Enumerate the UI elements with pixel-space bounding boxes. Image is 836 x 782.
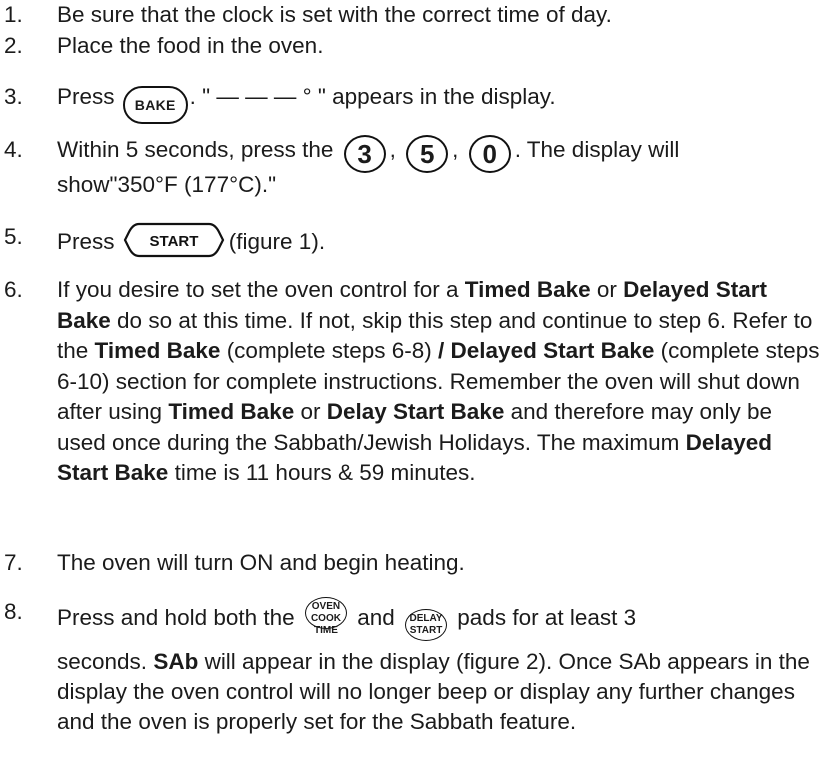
- step-text-line2: show"350°F (177°C).": [57, 172, 277, 197]
- step-number: 3.: [4, 84, 23, 109]
- step-number: 6.: [4, 277, 23, 302]
- step-text-post: pads for at least 3: [457, 605, 637, 630]
- step-number: 4.: [4, 137, 23, 162]
- bake-key-icon: BAKE: [122, 86, 188, 124]
- digit-3-key-icon: 3: [343, 135, 386, 173]
- step-text-mid: and: [357, 605, 395, 630]
- step-text-pre: Press: [57, 84, 115, 109]
- step-number: 8.: [4, 599, 23, 624]
- step-text: Place the food in the oven.: [57, 33, 324, 58]
- digit-5-key-icon: 5: [406, 135, 449, 173]
- step-text-pre: Within 5 seconds, press the: [57, 137, 334, 162]
- step-text: Press START (figure 1).: [57, 222, 826, 266]
- step-text-continued: seconds. SAb will appear in the display …: [57, 649, 810, 734]
- step-text: Within 5 seconds, press the 3, 5, 0. The…: [57, 135, 826, 173]
- step-number: 2.: [4, 33, 23, 58]
- digit-0-key-icon: 0: [468, 135, 511, 173]
- step-text: The oven will turn ON and begin heating.: [57, 550, 465, 575]
- step-text-pre: Press and hold both the: [57, 605, 295, 630]
- svg-text:START: START: [149, 233, 198, 250]
- step-text: Press and hold both the OVEN COOK TIME an…: [57, 597, 826, 641]
- step-text: Press BAKE. " — — — ° " appears in the d…: [57, 82, 826, 124]
- step-text-post: . " — — — ° " appears in the display.: [189, 84, 556, 109]
- step-text-post: (figure 1).: [228, 229, 326, 254]
- oven-cook-time-key-icon: OVEN COOK TIME: [304, 597, 347, 636]
- step-text-post: . The display will: [514, 137, 680, 162]
- step-text: If you desire to set the oven control fo…: [57, 277, 820, 485]
- step-text: Be sure that the clock is set with the c…: [57, 2, 612, 27]
- step-number: 7.: [4, 550, 23, 575]
- step-number: 5.: [4, 224, 23, 249]
- delay-start-key-icon: DELAY START: [405, 609, 448, 641]
- step-number: 1.: [4, 2, 23, 27]
- start-key-icon: START: [123, 222, 225, 266]
- step-text-pre: Press: [57, 229, 115, 254]
